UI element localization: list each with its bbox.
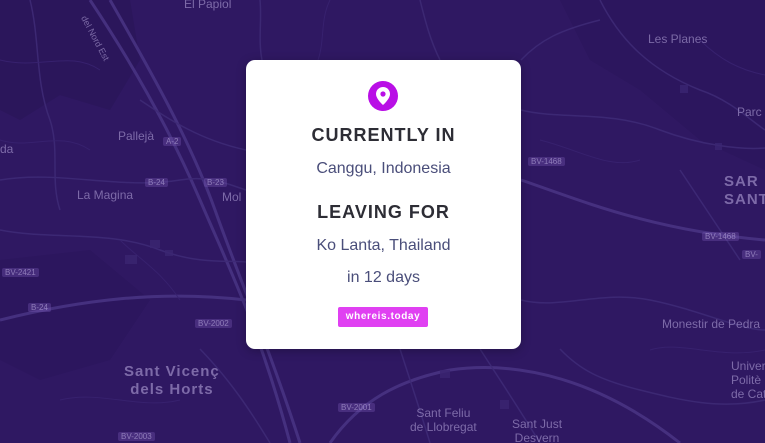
place-label-universitat: Univer Politè de Cata: [731, 359, 765, 401]
place-label-sant-just: Sant Just Desvern: [512, 417, 563, 443]
place-label-sant-feliu: Sant Feliu de Llobregat: [410, 406, 477, 434]
road-tag: A-2: [163, 137, 182, 146]
leaving-for-heading: LEAVING FOR: [317, 202, 450, 222]
map-pin-icon: [368, 81, 398, 111]
road-tag: B-23: [204, 178, 227, 187]
road-tag: BV-: [742, 250, 761, 259]
place-label-les-planes: Les Planes: [648, 32, 708, 46]
place-label-sant-gervasi: SAR SANT G: [724, 173, 765, 208]
place-label-da: da: [0, 142, 14, 156]
map-background: El Papiol Les Planes Parc Pallejà da La …: [0, 0, 765, 443]
road-tag: BV-1468: [528, 157, 565, 166]
place-label-mol: Mol: [222, 190, 242, 204]
road-tag: BV-2421: [2, 268, 39, 277]
place-label-la-magina: La Magina: [77, 188, 134, 202]
place-label-sant-vicenc: Sant Vicenç dels Horts: [124, 363, 220, 398]
road-tag: B-24: [28, 303, 51, 312]
current-location: Canggu, Indonesia: [316, 160, 451, 177]
place-label-parc: Parc: [737, 105, 762, 119]
next-location: Ko Lanta, Thailand: [316, 237, 451, 254]
road-tag: BV-2003: [118, 432, 155, 441]
road-tag: B-24: [145, 178, 168, 187]
place-label-monestir: Monestir de Pedra: [662, 317, 761, 331]
departure-countdown: in 12 days: [347, 269, 420, 286]
whereis-today-link[interactable]: whereis.today: [338, 307, 428, 327]
road-tag: BV-2001: [338, 403, 375, 412]
place-label-el-papiol: El Papiol: [184, 0, 232, 11]
location-card: CURRENTLY IN Canggu, Indonesia LEAVING F…: [246, 60, 521, 349]
currently-in-heading: CURRENTLY IN: [311, 125, 456, 145]
road-tag: BV-2002: [195, 319, 232, 328]
road-tag: BV-1468: [702, 232, 739, 241]
place-label-palleja: Pallejà: [118, 129, 155, 143]
